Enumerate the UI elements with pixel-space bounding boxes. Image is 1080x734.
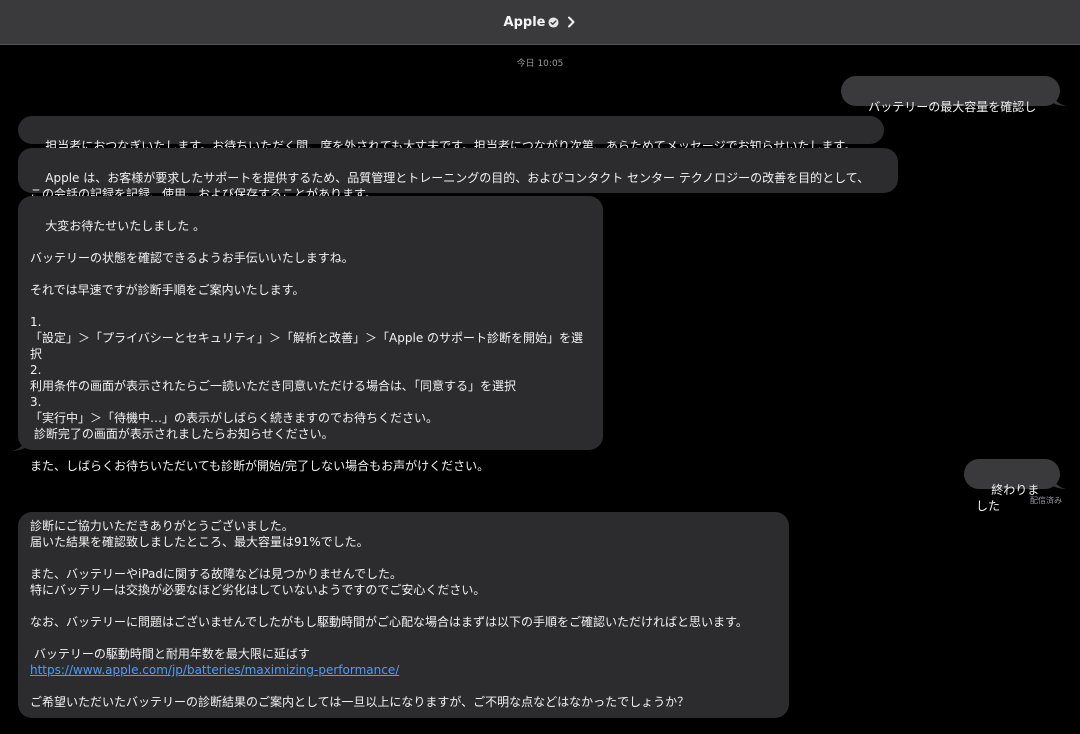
- messages-window: Apple 今日 10:05 バッテリーの最大容量を確認したい 担当者におつなぎ…: [0, 0, 1080, 734]
- contact-name: Apple: [503, 14, 546, 30]
- bubble-tail: [1052, 475, 1066, 489]
- message-text: ご希望いただいたバッテリーの診断結果のご案内としては一旦以上になりますが、ご不明…: [30, 695, 690, 709]
- message-timestamp: 今日 10:05: [516, 59, 564, 69]
- contact-title-button[interactable]: Apple: [504, 15, 577, 30]
- message-text: 大変お待たせいたしました 。 バッテリーの状態を確認できるようお手伝いいたします…: [30, 219, 584, 473]
- incoming-message[interactable]: 診断にご協力いただきありがとうございました。 届いた結果を確認致しましたところ、…: [18, 512, 789, 718]
- bubble-tail: [1052, 92, 1066, 106]
- conversation-header: Apple: [0, 0, 1080, 45]
- batteries-link[interactable]: https://www.apple.com/jp/batteries/maxim…: [30, 663, 399, 677]
- incoming-message[interactable]: 担当者におつなぎいたします。お待ちいただく間、席を外されても大丈夫です。担当者に…: [18, 116, 884, 153]
- bubble-tail: [12, 437, 26, 451]
- chevron-right-icon: [568, 16, 575, 28]
- incoming-message[interactable]: Apple は、お客様が要求したサポートを提供するため、品質管理とトレーニングの…: [18, 148, 898, 201]
- message-text: 診断にご協力いただきありがとうございました。 届いた結果を確認致しましたところ、…: [30, 519, 748, 661]
- verified-badge-icon: [548, 16, 560, 28]
- outgoing-message[interactable]: バッテリーの最大容量を確認したい: [841, 76, 1060, 130]
- read-receipt: 配信済み: [1030, 496, 1062, 505]
- outgoing-message[interactable]: 終わりました: [964, 459, 1060, 513]
- incoming-message[interactable]: 大変お待たせいたしました 。 バッテリーの状態を確認できるようお手伝いいたします…: [18, 196, 603, 473]
